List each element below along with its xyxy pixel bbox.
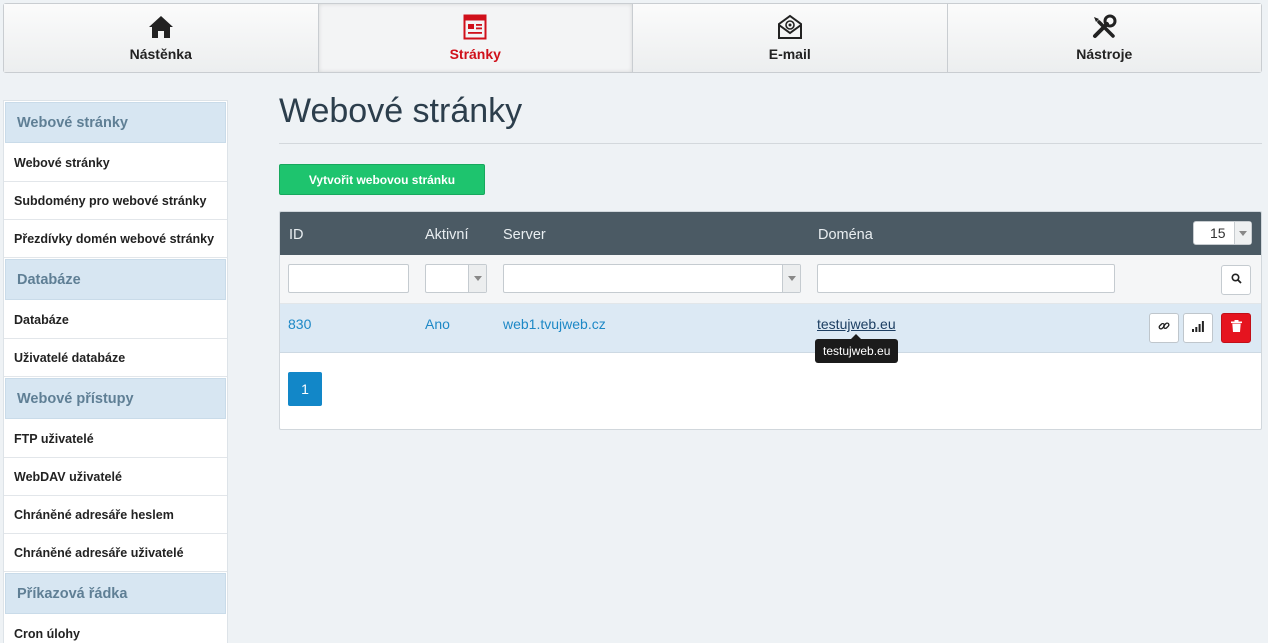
sidebar-item-protected-dirs[interactable]: Chráněné adresáře heslem (4, 496, 227, 534)
open-link-button[interactable] (1149, 313, 1179, 343)
tab-label: E-mail (768, 46, 811, 62)
delete-button[interactable] (1221, 313, 1251, 343)
column-header-active[interactable]: Aktivní (425, 212, 469, 255)
table-header: ID Aktivní Server Doména 15 (280, 212, 1261, 255)
sidebar-heading-webpages: Webové stránky (5, 102, 226, 143)
page-title: Webové stránky (279, 92, 523, 130)
create-website-button[interactable]: Vytvořit webovou stránku (279, 164, 485, 195)
main-nav: Nástěnka Stránky E-mail Nástroje (3, 3, 1262, 73)
webpage-icon (462, 14, 488, 40)
per-page-value: 15 (1210, 225, 1226, 241)
filter-active-select[interactable] (425, 264, 487, 293)
filter-row (280, 255, 1261, 304)
websites-table: ID Aktivní Server Doména 15 830 Ano web1… (279, 211, 1262, 430)
per-page-select[interactable]: 15 (1193, 221, 1252, 245)
tab-label: Nástěnka (129, 46, 192, 62)
chevron-down-icon (1234, 222, 1251, 244)
link-icon (1158, 319, 1170, 337)
sidebar-item-ftp-users[interactable]: FTP uživatelé (4, 420, 227, 458)
filter-id-input[interactable] (288, 264, 409, 293)
filter-server-select[interactable] (503, 264, 801, 293)
sidebar-item-subdomains[interactable]: Subdomény pro webové stránky (4, 182, 227, 220)
tab-label: Stránky (449, 46, 501, 62)
cell-active[interactable]: Ano (425, 316, 450, 332)
table-row[interactable]: 830 Ano web1.tvujweb.cz testujweb.eu (280, 304, 1261, 353)
tools-icon (1091, 14, 1117, 40)
column-header-domain[interactable]: Doména (818, 212, 873, 255)
column-header-server[interactable]: Server (503, 212, 546, 255)
tab-pages[interactable]: Stránky (318, 4, 633, 72)
sidebar-item-cron-jobs[interactable]: Cron úlohy (4, 615, 227, 643)
search-button[interactable] (1221, 265, 1251, 295)
tab-dashboard[interactable]: Nástěnka (4, 4, 319, 72)
title-divider (279, 143, 1262, 144)
bar-chart-icon (1192, 319, 1204, 337)
sidebar-item-database-users[interactable]: Uživatelé databáze (4, 339, 227, 377)
sidebar-item-protected-dir-users[interactable]: Chráněné adresáře uživatelé (4, 534, 227, 572)
tab-tools[interactable]: Nástroje (947, 4, 1261, 72)
tab-label: Nástroje (1076, 46, 1133, 62)
cell-id[interactable]: 830 (288, 316, 311, 332)
sidebar-heading-web-access: Webové přístupy (5, 378, 226, 419)
search-icon (1230, 271, 1242, 289)
sidebar-item-webpages[interactable]: Webové stránky (4, 144, 227, 182)
cell-domain-link[interactable]: testujweb.eu (817, 316, 896, 332)
tab-email[interactable]: E-mail (633, 4, 948, 72)
sidebar-heading-command-line: Příkazová řádka (5, 573, 226, 614)
tooltip-arrow (851, 334, 861, 339)
sidebar-item-domain-aliases[interactable]: Přezdívky domén webové stránky (4, 220, 227, 258)
sidebar-item-databases[interactable]: Databáze (4, 301, 227, 339)
domain-tooltip: testujweb.eu (815, 334, 899, 363)
chevron-down-icon (782, 265, 800, 292)
home-icon (148, 14, 174, 40)
trash-icon (1230, 319, 1242, 337)
tooltip-text: testujweb.eu (823, 344, 891, 358)
sidebar-heading-databases: Databáze (5, 259, 226, 300)
chevron-down-icon (468, 265, 486, 292)
statistics-button[interactable] (1183, 313, 1213, 343)
sidebar: Webové stránky Webové stránky Subdomény … (3, 100, 228, 643)
filter-domain-input[interactable] (817, 264, 1115, 293)
column-header-id[interactable]: ID (289, 212, 304, 255)
pagination-page-button[interactable]: 1 (288, 372, 322, 406)
email-icon (777, 14, 803, 40)
sidebar-item-webdav-users[interactable]: WebDAV uživatelé (4, 458, 227, 496)
cell-server[interactable]: web1.tvujweb.cz (503, 316, 606, 332)
